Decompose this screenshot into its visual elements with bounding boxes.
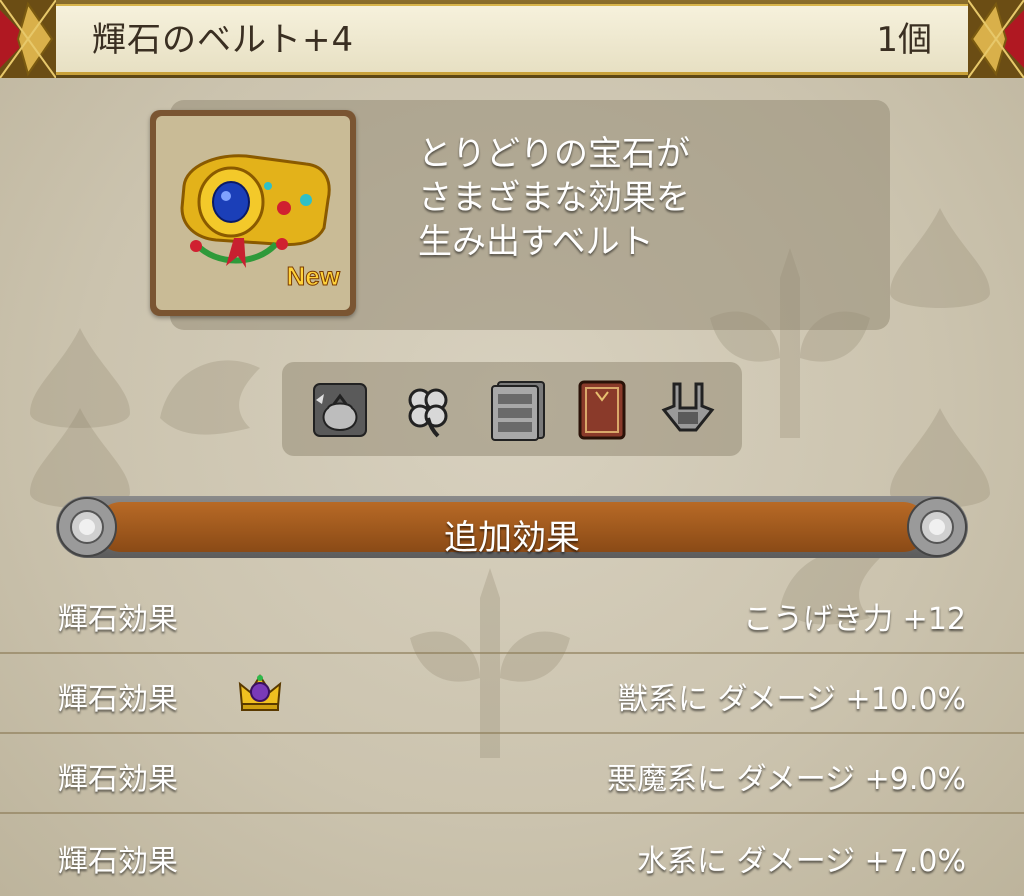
- effect-value: 獣系に ダメージ +10.0%: [617, 682, 966, 717]
- description-line: さまざまな効果を: [418, 178, 690, 218]
- new-badge: New: [286, 261, 340, 292]
- effect-row: 輝石効果 水系に ダメージ +7.0%: [0, 818, 1024, 896]
- effect-row: 輝石効果 悪魔系に ダメージ +9.0%: [0, 736, 1024, 814]
- item-count: 1個: [876, 20, 932, 60]
- book-icon[interactable]: [570, 378, 634, 442]
- chest-of-drawers-icon[interactable]: [484, 378, 548, 442]
- effect-row: 輝石効果 獣系に ダメージ +10.0%: [0, 656, 1024, 734]
- item-icon-frame[interactable]: New: [150, 110, 356, 316]
- effect-label: 輝石効果: [58, 602, 178, 637]
- bag-icon[interactable]: [308, 378, 372, 442]
- effects-title: 追加効果: [444, 518, 580, 558]
- item-header: 輝石のベルト+4 1個: [0, 0, 1024, 78]
- effect-label: 輝石効果: [58, 844, 178, 879]
- belt-icon[interactable]: [656, 378, 720, 442]
- crown-icon: [238, 674, 282, 711]
- row-divider: [0, 732, 1024, 734]
- dragon-watermark-icon: [160, 360, 260, 435]
- ornament-corner-left-icon: [0, 0, 56, 78]
- ornament-corner-right-icon: [968, 0, 1024, 78]
- effect-value: 水系に ダメージ +7.0%: [637, 844, 966, 879]
- row-divider: [0, 812, 1024, 814]
- effect-label: 輝石効果: [58, 682, 178, 717]
- rivet-right-icon: [907, 497, 967, 557]
- effect-value: 悪魔系に ダメージ +9.0%: [607, 762, 966, 797]
- effects-banner-bar: 追加効果: [96, 502, 928, 558]
- effects-banner: 追加効果: [56, 496, 968, 558]
- description-line: 生み出すベルト: [418, 222, 654, 262]
- slime-watermark-icon: [890, 208, 990, 308]
- rivet-left-icon: [57, 497, 117, 557]
- effect-value: こうげき力 +12: [743, 602, 966, 637]
- item-description: とりどりの宝石が さまざまな効果を 生み出すベルト: [418, 132, 690, 264]
- effect-label: 輝石効果: [58, 762, 178, 797]
- item-icon-background: New: [156, 116, 350, 310]
- effect-row: 輝石効果 こうげき力 +12: [0, 576, 1024, 654]
- description-line: とりどりの宝石が: [418, 134, 690, 174]
- clover-icon[interactable]: [396, 378, 460, 442]
- item-name: 輝石のベルト+4: [92, 20, 355, 60]
- row-divider: [0, 652, 1024, 654]
